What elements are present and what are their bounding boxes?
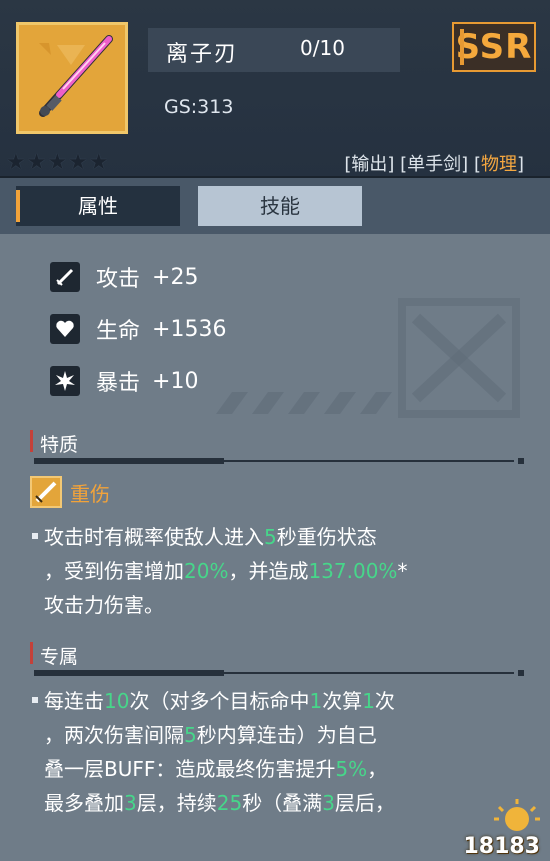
trait-description: 攻击时有概率使敌人进入5秒重伤状态 ，受到伤害增加20%，并造成137.00%*…	[44, 520, 514, 622]
stat-health-value: +1536	[152, 316, 227, 342]
text-segment: 秒（叠满	[242, 791, 323, 815]
weapon-tags: [输出] [单手剑] [物理]	[344, 150, 524, 176]
text-segment: ，	[367, 757, 388, 781]
exclusive-line-2: ，两次伤害间隔5秒内算连击）为自己	[44, 718, 514, 752]
tag-physical: 物理	[480, 154, 517, 175]
text-segment: 层后，	[334, 791, 395, 815]
highlight-value: 1	[362, 689, 375, 713]
text-segment: 次	[374, 689, 395, 713]
text-segment: 叠一层BUFF：造成最终伤害提升	[44, 757, 336, 781]
rarity-badge: SSR	[452, 22, 536, 72]
highlight-value: 25	[216, 791, 243, 815]
tag-phys-close: ]	[516, 154, 524, 175]
trait-line-3: 攻击力伤害。	[44, 593, 164, 617]
section-divider	[34, 458, 224, 464]
highlight-value: 10	[104, 689, 130, 713]
text-segment: 每连击	[44, 689, 104, 713]
highlight-value: 5%	[335, 757, 368, 781]
text-segment: 层，持续	[136, 791, 217, 815]
stat-crit: 暴击 +10	[50, 366, 198, 396]
skill-name: 重伤	[70, 481, 110, 506]
stat-crit-label: 暴击	[96, 371, 141, 396]
weapon-thumbnail[interactable]	[16, 22, 128, 134]
section-divider-dot	[518, 670, 524, 676]
highlight-value: 137.00%	[308, 559, 398, 583]
section-trait-title: 特质	[40, 434, 79, 456]
burst-icon	[50, 366, 80, 396]
text-segment: 最多叠加	[44, 791, 124, 815]
section-trait: 特质	[30, 430, 524, 464]
watermark-text: 18183	[463, 834, 540, 859]
section-exclusive: 专属	[30, 642, 524, 676]
text-segment: ，两次伤害间隔	[44, 723, 184, 747]
highlight-value: 3	[322, 791, 335, 815]
stat-health: 生命 +1536	[50, 314, 226, 344]
star-rating: ★★★★★	[6, 150, 110, 175]
bullet	[32, 533, 38, 539]
text-segment: 次算	[322, 689, 363, 713]
section-divider-line	[224, 672, 514, 674]
bullet	[32, 697, 38, 703]
highlight-value: 3	[124, 791, 137, 815]
trait-line-2: ，受到伤害增加20%，并造成137.00%*	[44, 554, 514, 588]
text-segment: 攻击时有概率使敌人进入	[44, 525, 264, 549]
weapon-level: 0/10	[300, 36, 345, 60]
exclusive-line-4: 最多叠加3层，持续25秒（叠满3层后，	[44, 786, 514, 820]
section-divider	[34, 670, 224, 676]
highlight-value: 5	[184, 723, 197, 747]
tag-one-hand: [单手剑]	[400, 154, 469, 175]
weapon-name-box: 离子刃 0/10	[148, 28, 400, 72]
sword-icon	[50, 262, 80, 292]
stat-attack: 攻击 +25	[50, 262, 198, 292]
gear-score: GS:313	[164, 96, 234, 118]
weapon-name: 离子刃	[166, 42, 239, 67]
highlight-value: 20%	[184, 559, 229, 583]
text-segment: 秒重伤状态	[276, 525, 377, 549]
text-segment: *	[397, 559, 408, 583]
tag-output: [输出]	[344, 154, 395, 175]
tab-skills[interactable]: 技能	[198, 186, 362, 226]
tab-attributes[interactable]: 属性	[16, 186, 180, 226]
stat-attack-value: +25	[152, 264, 199, 290]
exclusive-description: 每连击10次（对多个目标命中1次算1次 ，两次伤害间隔5秒内算连击）为自己 叠一…	[44, 684, 514, 820]
exclusive-line-1: 每连击10次（对多个目标命中1次算1次	[44, 684, 514, 718]
section-divider-line	[224, 460, 514, 462]
stat-attack-label: 攻击	[96, 267, 141, 292]
section-exclusive-title: 专属	[40, 646, 79, 668]
tab-bar: 属性 技能	[0, 178, 550, 234]
section-divider-dot	[518, 458, 524, 464]
stat-health-label: 生命	[96, 319, 141, 344]
heart-icon	[50, 314, 80, 344]
trait-line-1: 攻击时有概率使敌人进入5秒重伤状态	[44, 520, 514, 554]
weapon-header: 离子刃 0/10 GS:313 SSR ★★★★★ [输出] [单手剑] [物理…	[0, 0, 550, 178]
stat-crit-value: +10	[152, 368, 199, 394]
highlight-value: 5	[264, 525, 277, 549]
text-segment: 次（对多个目标命中	[129, 689, 310, 713]
exclusive-line-3: 叠一层BUFF：造成最终伤害提升5%，	[44, 752, 514, 786]
blade-icon	[30, 476, 62, 508]
skill-heading: 重伤	[30, 476, 110, 508]
text-segment: ，受到伤害增加	[44, 559, 184, 583]
text-segment: ，并造成	[228, 559, 309, 583]
section-marker	[30, 642, 33, 664]
tag-phys-open: [	[473, 154, 481, 175]
crossed-swords-emblem-icon	[398, 298, 520, 418]
highlight-value: 1	[309, 689, 323, 713]
hazard-stripes	[216, 392, 392, 414]
section-marker	[30, 430, 33, 452]
pink-sword-icon	[39, 35, 113, 117]
text-segment: 秒内算连击）为自己	[196, 723, 377, 747]
